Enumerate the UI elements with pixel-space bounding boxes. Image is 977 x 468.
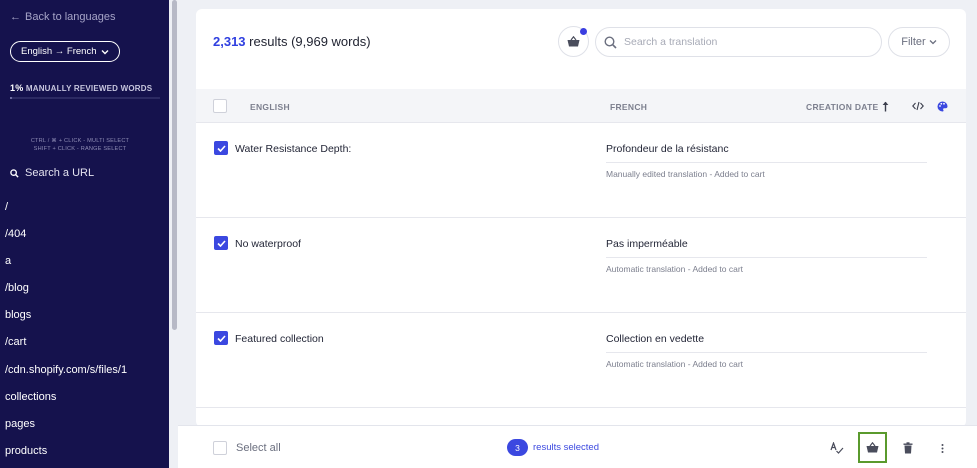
results-count: 2,313 results (9,969 words) xyxy=(213,34,371,49)
language-pair-label: English → French xyxy=(21,46,97,57)
results-number: 2,313 xyxy=(213,34,246,49)
basket-icon xyxy=(866,442,879,453)
table-row[interactable]: Water Resistance Depth: Profondeur de la… xyxy=(196,123,966,218)
table-row[interactable]: No waterproof Pas imperméable Automatic … xyxy=(196,218,966,313)
hint-range-select: SHIFT + CLICK - RANGE SELECT xyxy=(33,146,127,152)
table-header: ENGLISH FRENCH CREATION DATE xyxy=(196,89,966,123)
checkmark-icon xyxy=(216,239,226,247)
spellcheck-button[interactable] xyxy=(826,437,848,459)
palette-icon[interactable] xyxy=(937,101,948,112)
row-checkbox[interactable] xyxy=(214,331,228,345)
translation-search-input[interactable] xyxy=(624,36,864,48)
url-list: / /404 a /blog blogs /cart /cdn.shopify.… xyxy=(5,201,127,468)
hint-multi-select: CTRL / ⌘ + CLICK - MULTI SELECT xyxy=(30,138,130,144)
reviewed-label: MANUALLY REVIEWED WORDS xyxy=(25,84,153,93)
language-pair-dropdown[interactable]: English → French xyxy=(10,41,120,62)
row-checkbox[interactable] xyxy=(214,236,228,250)
delete-button[interactable] xyxy=(897,437,919,459)
table-row[interactable]: Featured collection Collection en vedett… xyxy=(196,313,966,408)
url-item[interactable]: collections xyxy=(5,391,127,418)
chevron-down-icon xyxy=(929,40,937,45)
back-to-languages-link[interactable]: ← Back to languages xyxy=(10,11,116,23)
row-divider xyxy=(606,257,927,258)
translations-panel: 2,313 results (9,969 words) Filter ENGLI… xyxy=(196,9,966,427)
checkmark-icon xyxy=(216,144,226,152)
translation-text[interactable]: Pas imperméable xyxy=(606,238,688,250)
spellcheck-icon xyxy=(830,442,844,454)
sidebar: ← Back to languages English → French 1% … xyxy=(0,0,169,468)
url-search-input[interactable]: Search a URL xyxy=(10,167,94,179)
url-item[interactable]: a xyxy=(5,255,127,282)
url-item[interactable]: blogs xyxy=(5,309,127,336)
reviewed-percent: 1% xyxy=(10,83,24,93)
row-checkbox[interactable] xyxy=(214,141,228,155)
results-suffix: results (9,969 words) xyxy=(249,34,371,49)
reviewed-words-stat: 1% MANUALLY REVIEWED WORDS xyxy=(10,83,152,93)
url-item[interactable]: /cart xyxy=(5,336,127,363)
translation-text[interactable]: Profondeur de la résistanc xyxy=(606,143,729,155)
url-item[interactable]: /cdn.shopify.com/s/files/1 xyxy=(5,364,127,391)
back-label: Back to languages xyxy=(25,11,116,23)
translation-status: Automatic translation - Added to cart xyxy=(606,264,744,274)
sidebar-scrollbar-thumb[interactable] xyxy=(172,0,177,330)
translation-search[interactable] xyxy=(595,27,882,57)
more-options-button[interactable] xyxy=(931,437,953,459)
url-search-placeholder: Search a URL xyxy=(25,167,95,179)
checkmark-icon xyxy=(216,334,226,342)
select-all-checkbox[interactable] xyxy=(213,441,227,455)
url-item[interactable]: products xyxy=(5,445,127,468)
source-text: Water Resistance Depth: xyxy=(235,143,352,155)
selected-count-badge: 3 xyxy=(507,439,528,456)
column-header-date[interactable]: CREATION DATE xyxy=(806,102,879,112)
reviewed-progress-bar xyxy=(10,97,160,99)
filter-label: Filter xyxy=(901,36,926,48)
bulk-action-bar: Select all 3 results selected xyxy=(178,425,977,468)
source-text: Featured collection xyxy=(235,333,324,345)
selection-hints: CTRL / ⌘ + CLICK - MULTI SELECT SHIFT + … xyxy=(0,137,160,153)
url-item[interactable]: / xyxy=(5,201,127,228)
more-vertical-icon xyxy=(941,443,943,453)
row-divider xyxy=(606,162,927,163)
source-text: No waterproof xyxy=(235,238,301,250)
url-item[interactable]: /blog xyxy=(5,282,127,309)
code-icon[interactable] xyxy=(912,101,924,111)
basket-icon xyxy=(567,36,580,47)
translation-text[interactable]: Collection en vedette xyxy=(606,333,704,345)
header-select-checkbox[interactable] xyxy=(213,99,227,113)
search-icon xyxy=(604,35,617,49)
cart-notification-dot xyxy=(580,28,587,35)
trash-icon xyxy=(903,442,913,454)
row-divider xyxy=(606,352,927,353)
filter-button[interactable]: Filter xyxy=(888,27,950,57)
sort-arrow-up-icon[interactable] xyxy=(882,101,889,112)
search-icon xyxy=(10,168,19,178)
reviewed-progress-fill xyxy=(10,97,12,99)
column-header-source: ENGLISH xyxy=(250,102,290,112)
translation-status: Manually edited translation - Added to c… xyxy=(606,169,765,179)
column-header-target: FRENCH xyxy=(610,102,648,112)
translation-status: Automatic translation - Added to cart xyxy=(606,359,744,369)
url-item[interactable]: pages xyxy=(5,418,127,445)
selected-label: results selected xyxy=(533,442,600,453)
url-item[interactable]: /404 xyxy=(5,228,127,255)
chevron-down-icon xyxy=(101,49,109,54)
add-to-cart-button[interactable] xyxy=(858,432,887,463)
arrow-left-icon: ← xyxy=(10,11,21,23)
select-all-label[interactable]: Select all xyxy=(236,442,281,454)
